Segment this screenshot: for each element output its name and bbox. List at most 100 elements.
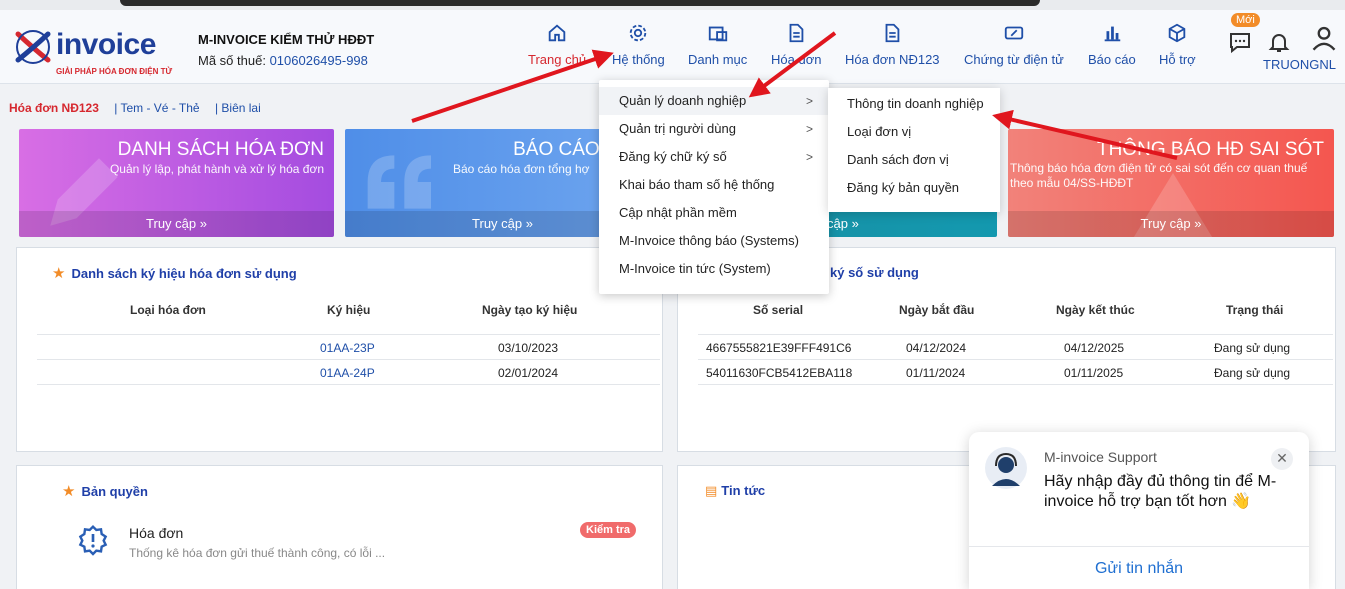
box-icon — [1169, 23, 1186, 43]
submenu-item-license-register[interactable]: Đăng ký bản quyền — [828, 174, 1000, 202]
close-icon[interactable]: ✕ — [1271, 448, 1293, 470]
tax-value: 0106026495-998 — [269, 53, 368, 68]
cell-date: 03/10/2023 — [498, 341, 559, 355]
nav-item-e-documents[interactable]: Chứng từ điện tử — [964, 22, 1064, 67]
send-message-button[interactable]: Gửi tin nhắn — [969, 560, 1309, 578]
menu-item-user-admin[interactable]: Quản trị người dùng > — [599, 115, 829, 143]
menu-item-news[interactable]: M-Invoice tin tức (System) — [599, 255, 829, 283]
cell-symbol[interactable]: 01AA-23P — [320, 341, 375, 355]
logo-mark-icon — [15, 30, 51, 64]
support-agent-icon — [985, 447, 1027, 489]
folder-icon — [708, 26, 727, 42]
cell-symbol[interactable]: 01AA-24P — [320, 366, 375, 380]
nav-label: Chứng từ điện tử — [964, 52, 1064, 67]
gear-icon — [630, 24, 647, 42]
nav-item-support[interactable]: Hỗ trợ — [1159, 22, 1196, 67]
home-icon — [548, 24, 566, 42]
license-item-title: Hóa đơn — [129, 525, 184, 541]
subnav-item-ticket[interactable]: | Tem - Vé - Thẻ — [114, 101, 199, 115]
banner-invoice-list[interactable]: DANH SÁCH HÓA ĐƠN Quản lý lập, phát hành… — [19, 129, 334, 237]
alert-badge-icon — [78, 524, 108, 556]
subnav: Hóa đơn NĐ123 | Tem - Vé - Thẻ | Biên la… — [9, 101, 273, 115]
banner-desc: Báo cáo hóa đơn tổng hợ — [453, 162, 590, 176]
chat-sender: M-invoice Support — [1044, 449, 1157, 465]
license-item-desc: Thống kê hóa đơn gửi thuế thành công, có… — [129, 546, 386, 560]
banner-access-link[interactable]: Truy cập » — [1008, 211, 1334, 237]
user-icon[interactable] — [1310, 24, 1338, 52]
nav-item-home[interactable]: Trang chủ — [528, 22, 586, 67]
menu-item-system-params[interactable]: Khai báo tham số hệ thống — [599, 171, 829, 199]
col-header-start: Ngày bắt đầu — [899, 303, 975, 317]
business-submenu: Thông tin doanh nghiệp Loại đơn vị Danh … — [828, 88, 1000, 212]
logo-word: invoice — [56, 28, 156, 61]
support-chat-widget: M-invoice Support Hãy nhập đầy đủ thông … — [969, 432, 1309, 589]
nav-label: Hỗ trợ — [1159, 52, 1196, 67]
document-icon — [789, 23, 804, 43]
bar-chart-icon — [1104, 26, 1121, 42]
nav-label: Trang chủ — [528, 52, 587, 67]
nav-label: Hóa đơn NĐ123 — [845, 52, 940, 67]
bell-icon[interactable] — [1267, 30, 1291, 54]
col-header-status: Trạng thái — [1226, 303, 1284, 317]
subnav-item-receipt[interactable]: | Biên lai — [215, 101, 261, 115]
cell-status: Đang sử dụng — [1214, 366, 1291, 380]
nav-label: Báo cáo — [1088, 52, 1136, 67]
logo-tagline: GIẢI PHÁP HÓA ĐƠN ĐIỆN TỬ — [56, 67, 173, 76]
chevron-right-icon: > — [805, 122, 813, 136]
col-header-symbol: Ký hiệu — [327, 303, 371, 317]
nav-item-invoice[interactable]: Hóa đơn — [771, 22, 821, 67]
menu-item-digital-signature[interactable]: Đăng ký chữ ký số > — [599, 143, 829, 171]
submenu-item-business-info[interactable]: Thông tin doanh nghiệp — [828, 90, 1000, 118]
tax-label: Mã số thuế: — [198, 53, 266, 68]
table-row[interactable]: 54011630FCB5412EBA118 01/11/2024 01/11/2… — [698, 359, 1333, 384]
banner-title: DANH SÁCH HÓA ĐƠN — [117, 139, 324, 160]
card-title: ▤ Tin tức — [705, 483, 766, 498]
table-row[interactable]: 01AA-23P 03/10/2023 — [37, 334, 660, 359]
nav-label: Hệ thống — [612, 52, 665, 67]
new-badge: Mới — [1231, 13, 1260, 27]
chat-message: Hãy nhập đầy đủ thông tin để M-invoice h… — [1044, 473, 1277, 510]
table-row[interactable]: 01AA-24P 02/01/2024 — [37, 359, 660, 384]
cell-serial: 54011630FCB5412EBA118 — [706, 366, 853, 380]
menu-item-business-management[interactable]: Quản lý doanh nghiệp > — [599, 87, 829, 115]
col-header-serial: Số serial — [753, 303, 804, 317]
browser-top-strip — [0, 0, 1345, 10]
banner-desc: Thông báo hóa đơn điện tử có sai sót đến… — [1010, 161, 1308, 190]
subnav-item-nd123[interactable]: Hóa đơn NĐ123 — [9, 101, 99, 115]
submenu-item-unit-type[interactable]: Loại đơn vị — [828, 118, 1000, 146]
banner-error-notice[interactable]: THÔNG BÁO HĐ SAI SÓT Thông báo hóa đơn đ… — [1008, 129, 1334, 237]
nav-label: Danh mục — [688, 52, 748, 67]
card-title: ★ Bản quyền — [62, 483, 148, 500]
chat-bubble-icon[interactable] — [1228, 30, 1252, 54]
nav-label: Hóa đơn — [771, 52, 822, 67]
col-header-end: Ngày kết thúc — [1056, 303, 1135, 317]
menu-item-software-update[interactable]: Cập nhật phần mềm — [599, 199, 829, 227]
tax-code: Mã số thuế: 0106026495-998 — [198, 53, 374, 68]
cell-end: 04/12/2025 — [1064, 341, 1125, 355]
nav-item-system[interactable]: Hệ thống — [612, 22, 665, 67]
app-header: invoice GIẢI PHÁP HÓA ĐƠN ĐIỆN TỬ M-INVO… — [0, 10, 1345, 84]
user-name[interactable]: TRUONGNL — [1263, 57, 1336, 72]
ticket-icon — [1004, 26, 1024, 40]
banner-title: THÔNG BÁO HĐ SAI SÓT — [1097, 139, 1324, 160]
banner-access-link[interactable]: Truy cập » — [19, 211, 334, 237]
card-title: ký số sử dụng — [830, 265, 919, 280]
cell-date: 02/01/2024 — [498, 366, 559, 380]
menu-item-notifications[interactable]: M-Invoice thông báo (Systems) — [599, 227, 829, 255]
table-row[interactable]: 4667555821E39FFF491C6 04/12/2024 04/12/2… — [698, 334, 1333, 359]
nav-item-invoice-nd123[interactable]: Hóa đơn NĐ123 — [845, 22, 940, 67]
company-info: M-INVOICE KIỂM THỬ HĐĐT Mã số thuế: 0106… — [198, 32, 374, 68]
symbols-card: ★ Danh sách ký hiệu hóa đơn sử dụng Loại … — [16, 247, 663, 452]
quote-icon — [367, 155, 431, 209]
submenu-item-unit-list[interactable]: Danh sách đơn vị — [828, 146, 1000, 174]
table-divider — [37, 384, 660, 385]
logo[interactable]: invoice GIẢI PHÁP HÓA ĐƠN ĐIỆN TỬ — [12, 22, 182, 78]
newspaper-icon: ▤ — [705, 483, 718, 498]
nav-item-catalog[interactable]: Danh mục — [688, 22, 747, 67]
nav-item-reports[interactable]: Báo cáo — [1088, 22, 1136, 67]
star-icon: ★ — [52, 265, 66, 282]
banner-desc: Quản lý lập, phát hành và xử lý hóa đơn — [109, 162, 324, 176]
company-name: M-INVOICE KIỂM THỬ HĐĐT — [198, 32, 375, 47]
check-badge[interactable]: Kiểm tra — [580, 522, 637, 538]
license-card: ★ Bản quyền Hóa đơn Thống kê hóa đơn gửi … — [16, 465, 663, 589]
